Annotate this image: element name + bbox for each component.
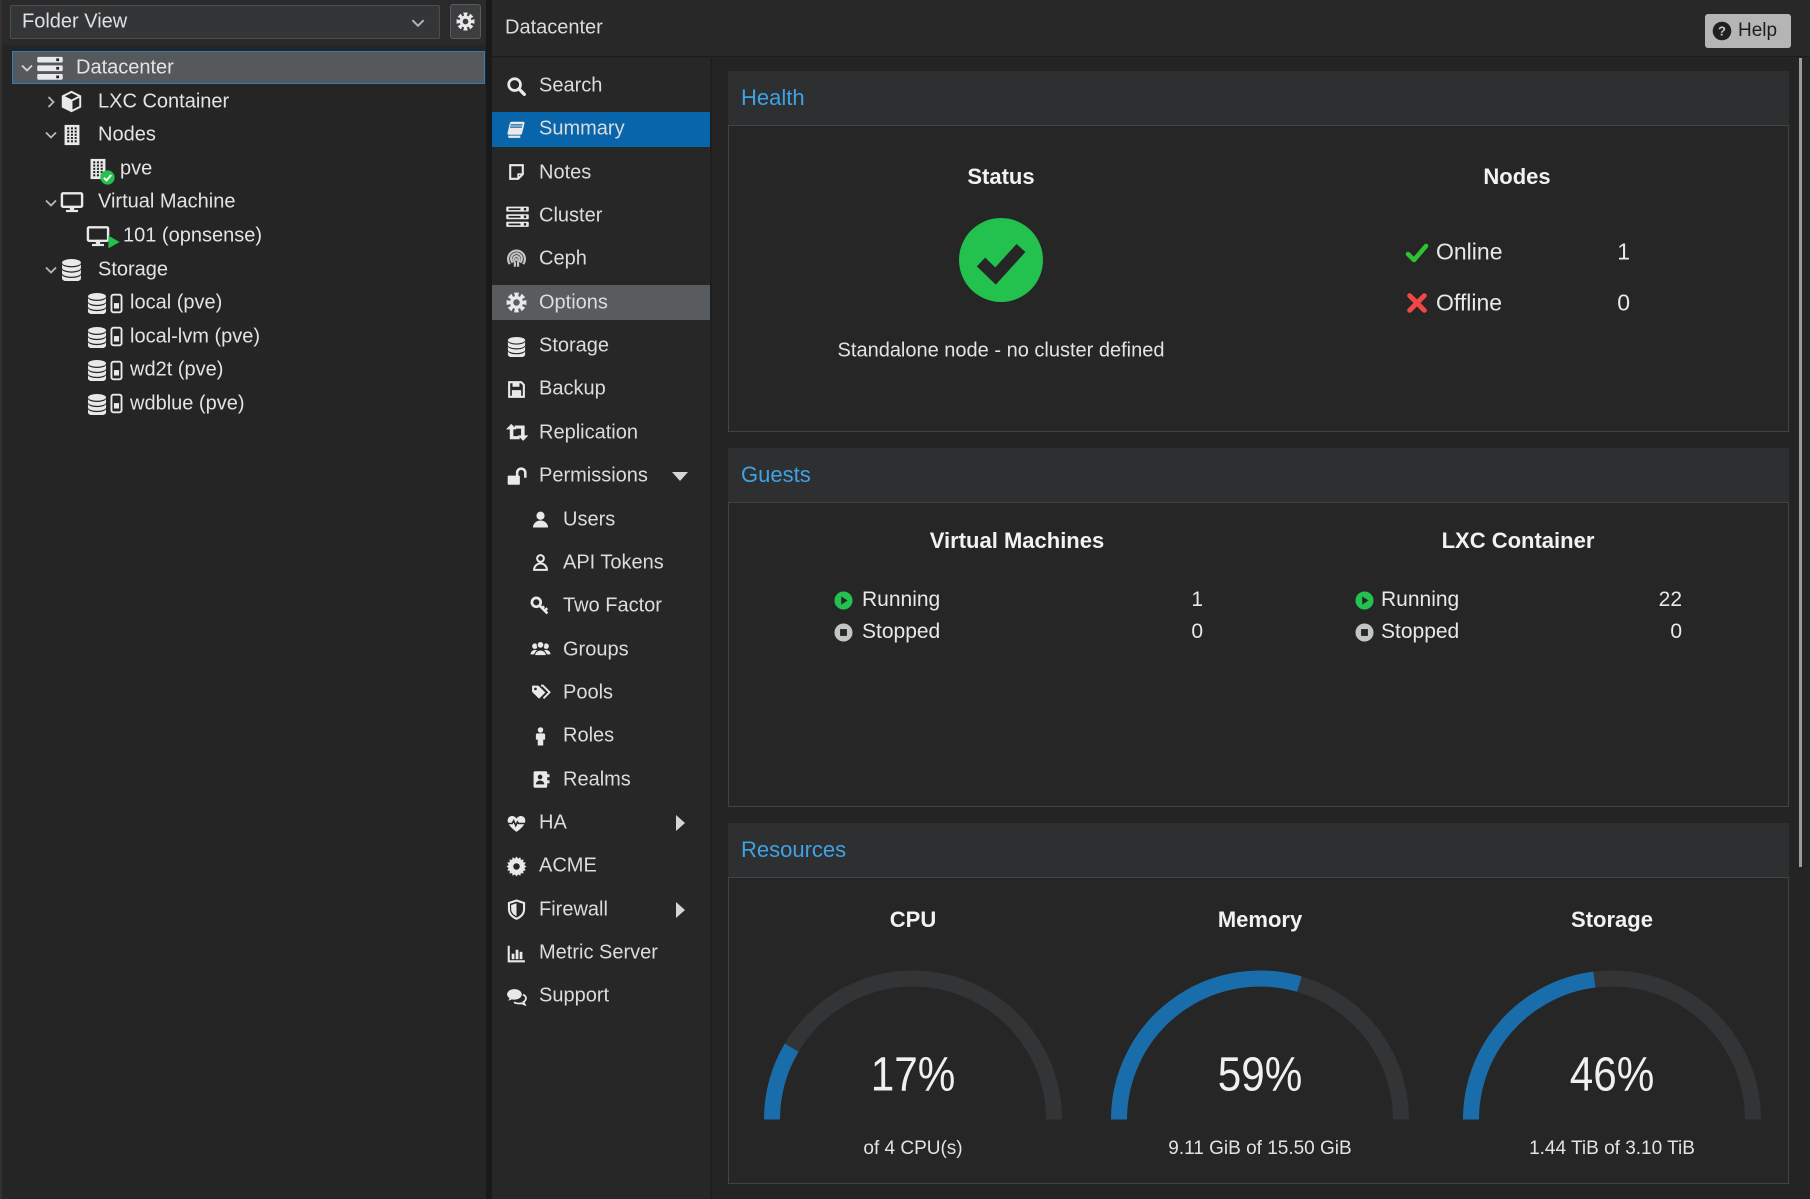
svg-text:?: ? <box>1718 24 1726 39</box>
